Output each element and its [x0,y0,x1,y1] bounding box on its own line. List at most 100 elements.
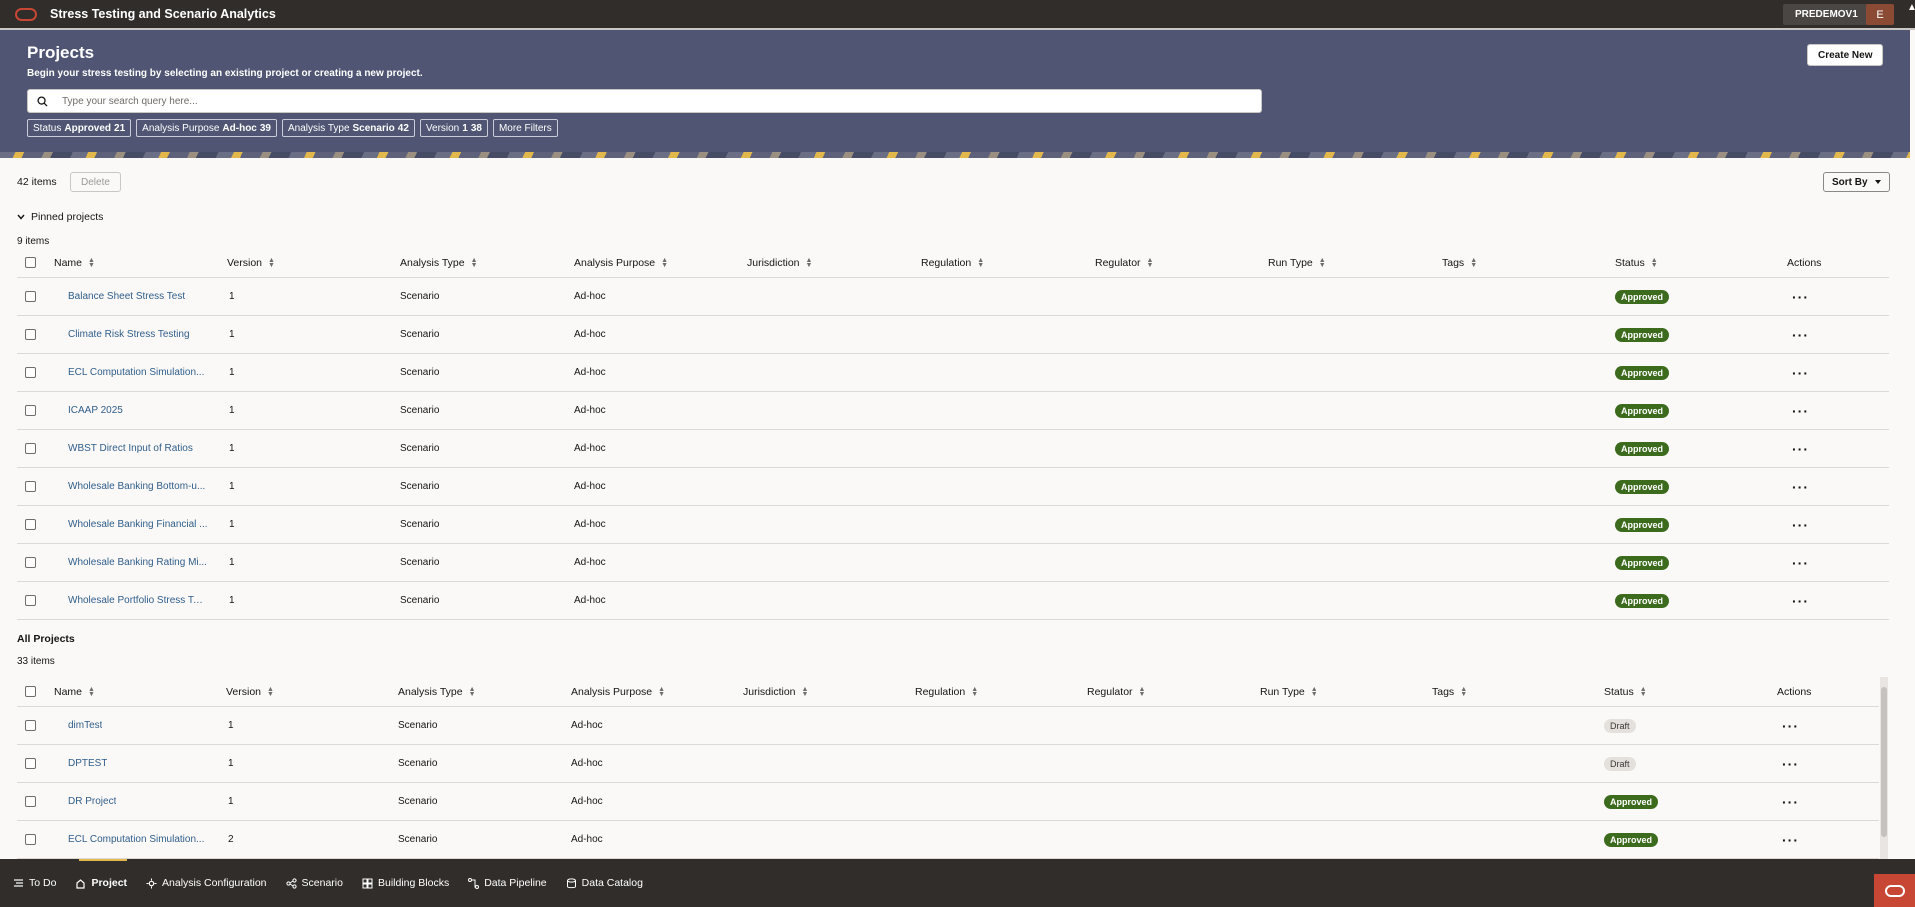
nav-item-scenario[interactable]: Scenario [285,859,343,907]
scroll-up-icon[interactable]: ▲ [1907,2,1915,13]
filter-chip-analysis-type[interactable]: Analysis Type Scenario 42 [282,119,415,137]
row-checkbox[interactable] [25,291,36,302]
row-checkbox[interactable] [25,329,36,340]
project-name-link[interactable]: Balance Sheet Stress Test [68,291,185,302]
user-avatar[interactable]: E [1866,4,1894,25]
oracle-logo-icon[interactable] [15,7,37,21]
filter-chip-analysis-purpose[interactable]: Analysis Purpose Ad-hoc 39 [136,119,277,137]
project-name-link[interactable]: Wholesale Banking Bottom-u... [68,481,205,492]
column-header[interactable]: Regulator ▲ ▼ [1087,677,1145,706]
column-header[interactable]: Analysis Purpose ▲ ▼ [574,248,668,277]
row-checkbox[interactable] [25,519,36,530]
more-actions-icon[interactable]: ··· [1792,555,1809,571]
more-actions-icon[interactable]: ··· [1792,517,1809,533]
project-name-link[interactable]: ECL Computation Simulation... [68,367,204,378]
row-checkbox[interactable] [25,443,36,454]
pinned-projects-toggle[interactable]: Pinned projects [17,211,103,223]
more-actions-icon[interactable]: ··· [1782,718,1799,734]
search-bar[interactable] [27,89,1262,113]
column-header[interactable]: Name ▲ ▼ [54,248,95,277]
more-actions-icon[interactable]: ··· [1792,479,1809,495]
project-name-link[interactable]: Climate Risk Stress Testing [68,329,190,340]
more-actions-icon[interactable]: ··· [1792,441,1809,457]
more-actions-icon[interactable]: ··· [1792,365,1809,381]
project-name-link[interactable]: Wholesale Banking Financial ... [68,519,208,530]
row-checkbox[interactable] [25,481,36,492]
column-header[interactable]: Status ▲ ▼ [1615,248,1658,277]
row-checkbox[interactable] [25,595,36,606]
column-header[interactable]: Tags ▲ ▼ [1442,248,1477,277]
table-row[interactable]: Wholesale Banking Financial ... 1 Scenario… [17,506,1889,544]
nav-item-data-catalog[interactable]: Data Catalog [566,859,643,907]
more-actions-icon[interactable]: ··· [1792,289,1809,305]
create-new-button[interactable]: Create New [1807,44,1884,66]
more-actions-icon[interactable]: ··· [1792,403,1809,419]
select-all-checkbox[interactable] [25,686,36,697]
table-row[interactable]: Wholesale Banking Bottom-u... 1 Scenario Ad… [17,468,1889,506]
column-header[interactable]: Analysis Purpose ▲ ▼ [571,677,665,706]
project-name-link[interactable]: ICAAP 2025 [68,405,123,416]
more-actions-icon[interactable]: ··· [1782,794,1799,810]
table-row[interactable]: WBST Direct Input of Ratios 1 Scenario Ad-h… [17,430,1889,468]
select-all-checkbox[interactable] [25,257,36,268]
column-header[interactable]: Name ▲ ▼ [54,677,95,706]
more-actions-icon[interactable]: ··· [1792,327,1809,343]
project-name-link[interactable]: DPTEST [68,758,107,769]
column-header[interactable]: Run Type ▲ ▼ [1260,677,1318,706]
table-row[interactable]: Climate Risk Stress Testing 1 Scenario Ad-h… [17,316,1889,354]
project-name-link[interactable]: Wholesale Banking Rating Mi... [68,557,207,568]
table-scrollbar[interactable] [1880,677,1888,859]
table-row[interactable]: Balance Sheet Stress Test 1 Scenario Ad-hoc… [17,278,1889,316]
column-header[interactable]: Jurisdiction ▲ ▼ [747,248,812,277]
column-header[interactable]: Regulator ▲ ▼ [1095,248,1153,277]
row-checkbox[interactable] [25,758,36,769]
nav-item-analysis-configuration[interactable]: Analysis Configuration [146,859,267,907]
column-header[interactable]: Regulation ▲ ▼ [915,677,978,706]
column-header[interactable]: Version ▲ ▼ [226,677,274,706]
project-name-link[interactable]: DR Project [68,796,116,807]
row-checkbox[interactable] [25,720,36,731]
table-row[interactable]: dimTest 1 Scenario Ad-hoc Draft ··· [17,707,1879,745]
more-filters-button[interactable]: More Filters [492,119,558,137]
table-row[interactable]: ECL Computation Simulation... 1 Scenario Ad… [17,354,1889,392]
filter-chip-status[interactable]: Status Approved 21 [27,119,132,137]
environment-button[interactable]: PREDEMOV1 [1783,4,1870,25]
oracle-assistant-button[interactable] [1874,874,1915,907]
nav-item-data-pipeline[interactable]: Data Pipeline [468,859,547,907]
table-row[interactable]: ICAAP 2025 1 Scenario Ad-hoc Approved ··· [17,392,1889,430]
column-header[interactable]: Analysis Type ▲ ▼ [400,248,478,277]
project-name-link[interactable]: dimTest [68,720,102,731]
nav-item-to-do[interactable]: To Do [13,859,56,907]
table-row[interactable]: DR Project 1 Scenario Ad-hoc Approved ··· [17,783,1879,821]
nav-item-building-blocks[interactable]: Building Blocks [362,859,449,907]
table-row[interactable]: Wholesale Portfolio Stress Test1 1 Scenari… [17,582,1889,620]
nav-item-project[interactable]: Project [75,859,127,907]
scrollbar-thumb[interactable] [1881,687,1887,837]
more-actions-icon[interactable]: ··· [1782,832,1799,848]
column-header[interactable]: Jurisdiction ▲ ▼ [743,677,808,706]
select-all-checkbox-cell [25,248,36,277]
table-row[interactable]: DPTEST 1 Scenario Ad-hoc Draft ··· [17,745,1879,783]
column-header[interactable]: Regulation ▲ ▼ [921,248,984,277]
row-checkbox[interactable] [25,405,36,416]
search-input[interactable] [62,95,1212,107]
project-name-link[interactable]: WBST Direct Input of Ratios [68,443,193,454]
row-checkbox[interactable] [25,796,36,807]
table-row[interactable]: Wholesale Banking Rating Mi... 1 Scenario A… [17,544,1889,582]
filter-chip-version[interactable]: Version 1 38 [419,119,488,137]
project-name-link[interactable]: Wholesale Portfolio Stress Test1 [68,595,208,606]
more-actions-icon[interactable]: ··· [1792,593,1809,609]
column-header[interactable]: Version ▲ ▼ [227,248,275,277]
column-header[interactable]: Tags ▲ ▼ [1432,677,1467,706]
column-header[interactable]: Run Type ▲ ▼ [1268,248,1326,277]
row-checkbox[interactable] [25,367,36,378]
sort-by-button[interactable]: Sort By [1823,172,1890,192]
more-actions-icon[interactable]: ··· [1782,756,1799,772]
row-checkbox[interactable] [25,557,36,568]
table-row[interactable]: ECL Computation Simulation... 2 Scenario Ad… [17,821,1879,859]
column-header[interactable]: Analysis Type ▲ ▼ [398,677,476,706]
delete-button[interactable]: Delete [70,172,121,192]
project-name-link[interactable]: ECL Computation Simulation... [68,834,204,845]
column-header[interactable]: Status ▲ ▼ [1604,677,1647,706]
row-checkbox[interactable] [25,834,36,845]
